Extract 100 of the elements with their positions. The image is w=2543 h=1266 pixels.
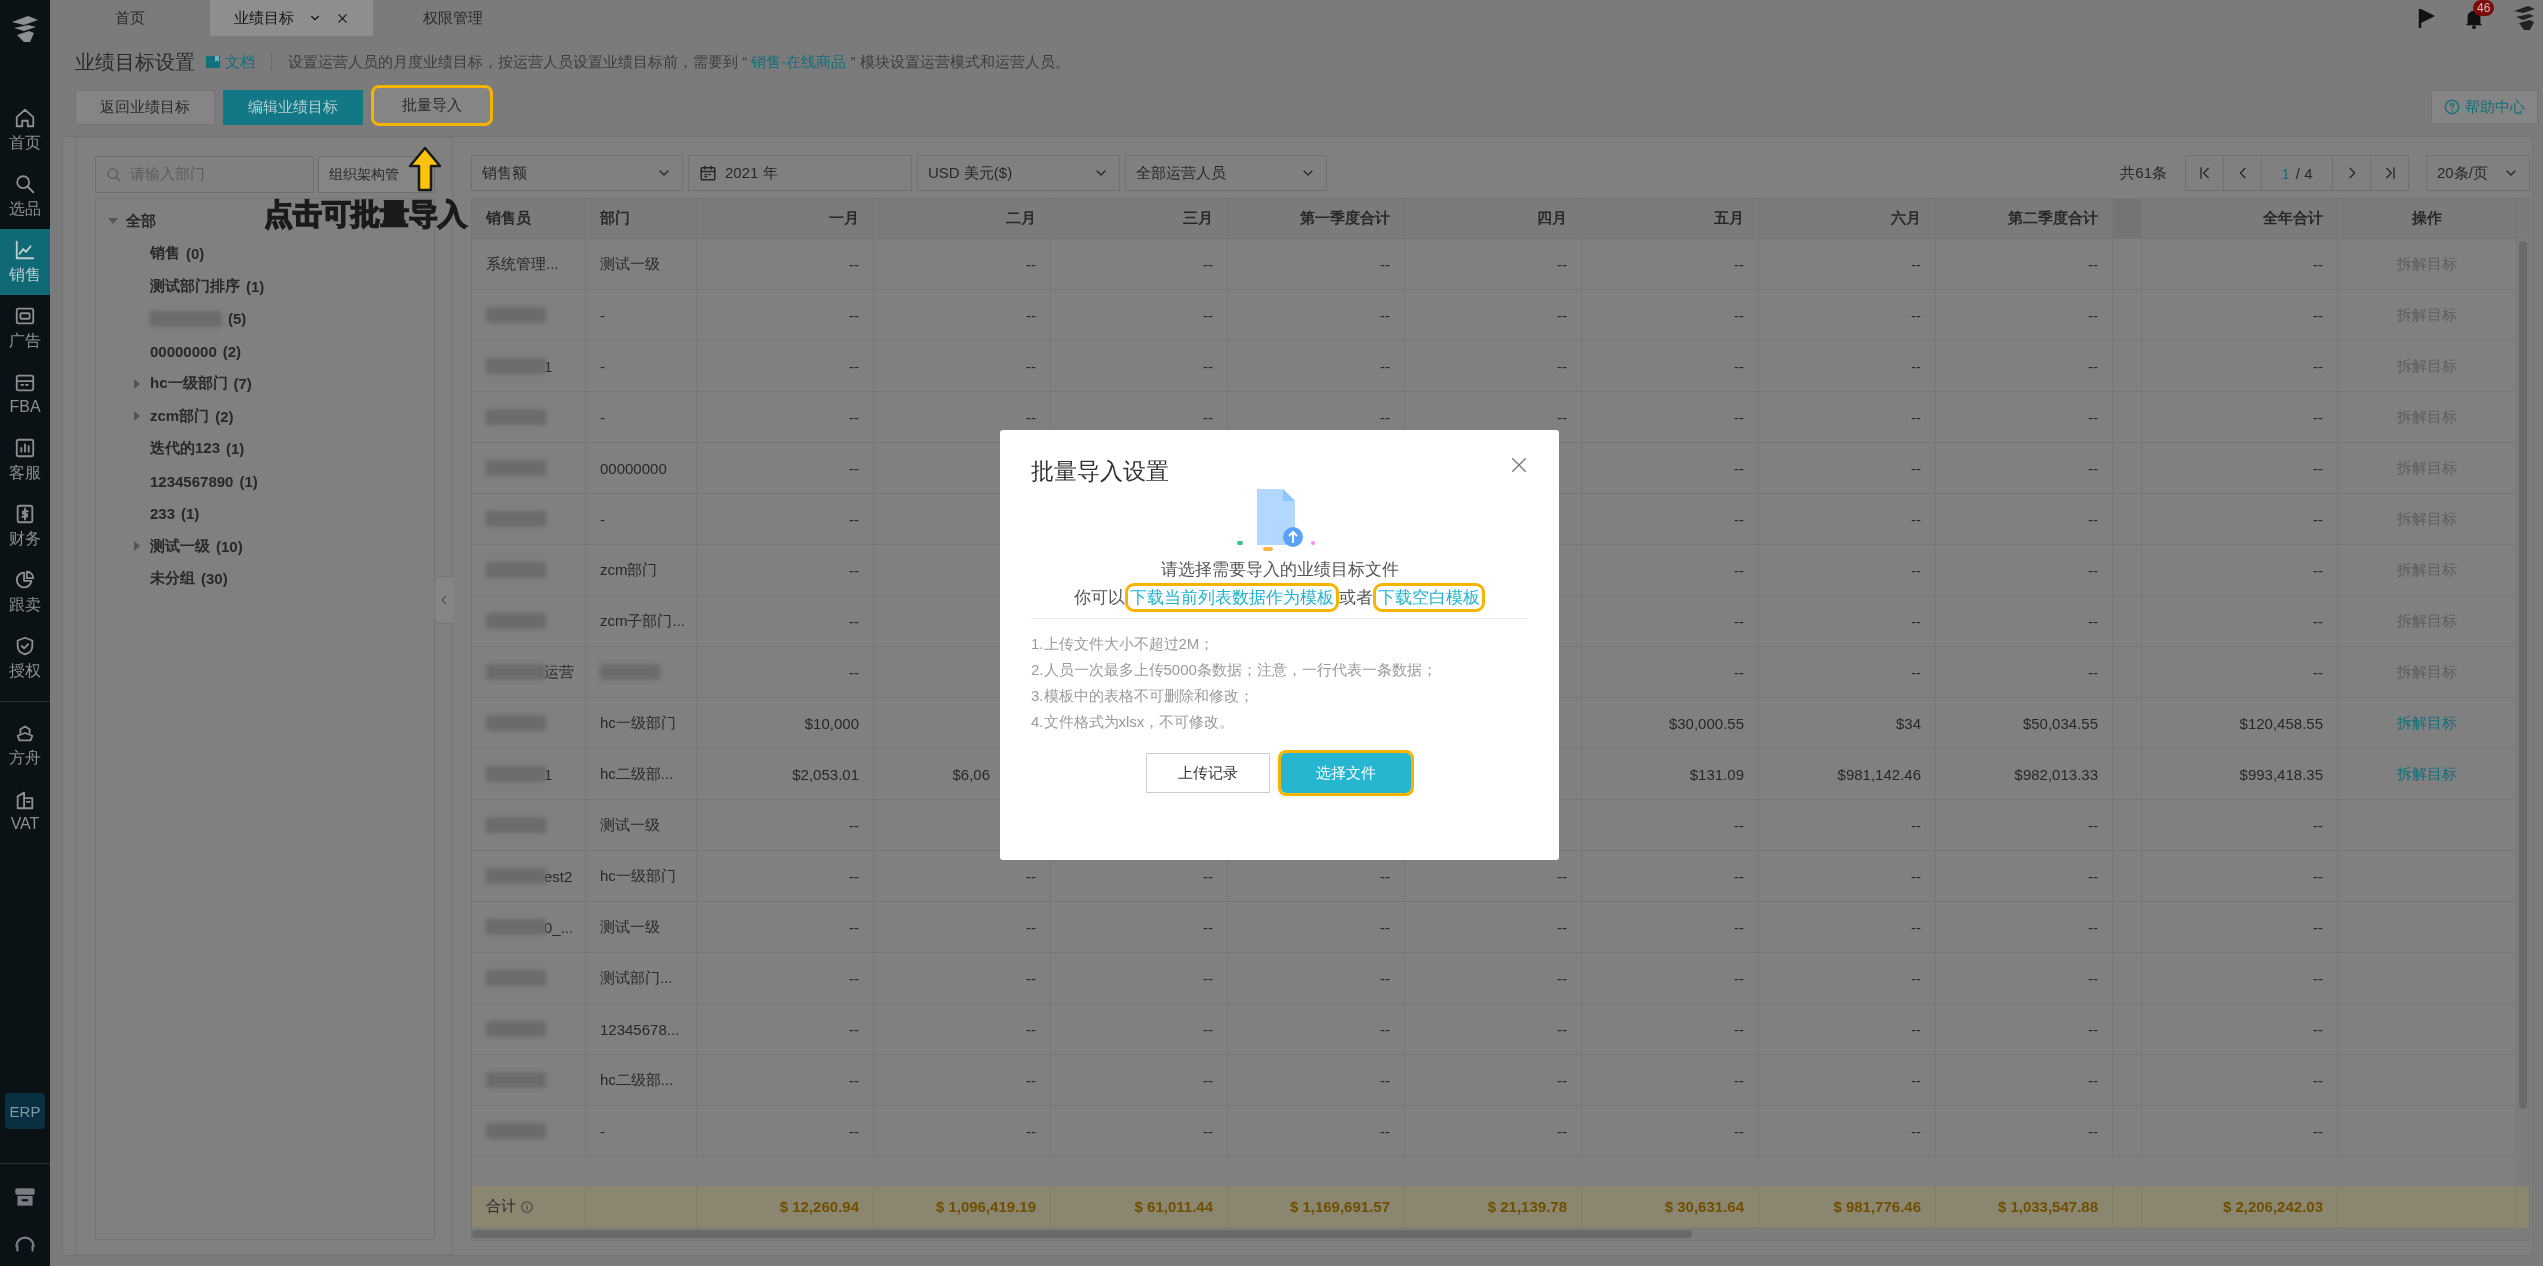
erp-button[interactable]: ERP xyxy=(5,1093,45,1129)
table-cell: -- xyxy=(1936,1055,2113,1106)
tree-item[interactable]: 233 (1) xyxy=(96,497,200,530)
tab[interactable]: 首页 xyxy=(50,0,210,36)
nav-item[interactable]: 跟卖 xyxy=(0,559,50,625)
table-cell: -- xyxy=(1936,596,2113,647)
table-cell: -- xyxy=(1936,647,2113,698)
action-button[interactable]: 编辑业绩目标 xyxy=(223,89,363,125)
tree-item[interactable]: zcm部门 (2) xyxy=(96,400,234,433)
metric-select[interactable]: 销售额 xyxy=(471,155,683,191)
calendar-icon xyxy=(699,164,717,182)
callout-text: 点击可批量导入 xyxy=(263,197,467,232)
home-icon xyxy=(14,106,36,129)
callout-arrow xyxy=(408,146,442,192)
table-cell: -- xyxy=(697,392,874,443)
column-header: 全年合计 xyxy=(2134,199,2338,239)
table-cell: $120,458.55 xyxy=(2134,698,2338,749)
dialog-button[interactable]: 选择文件 xyxy=(1277,750,1414,796)
currency-select[interactable]: USD 美元($) xyxy=(917,155,1120,191)
table-cell: -- xyxy=(697,1004,874,1055)
table-cell: -- xyxy=(697,443,874,494)
download-template-link[interactable]: 下载空白模板 xyxy=(1373,583,1485,612)
tree-item[interactable]: 销售 (0) xyxy=(96,237,205,270)
table-cell: hc一级部门 xyxy=(586,851,697,902)
first-page-button[interactable] xyxy=(2185,155,2224,191)
nav-item[interactable]: 财务 xyxy=(0,493,50,559)
flag-icon[interactable] xyxy=(2417,7,2437,29)
close-icon[interactable] xyxy=(1510,456,1528,474)
box-icon xyxy=(14,372,36,394)
table-cell: -- xyxy=(1405,953,1582,1004)
template-download-hint: 你可以 下载当前列表数据作为模板 或者 下载空白模板 xyxy=(1031,583,1528,612)
tree-item[interactable]: 测试部门排序 (1) xyxy=(96,270,265,303)
info-icon xyxy=(520,1199,534,1214)
table-cell: -- xyxy=(1759,1055,1936,1106)
table-cell: -- xyxy=(1051,290,1228,341)
table-cell: -- xyxy=(1405,341,1582,392)
tree-item[interactable]: 迭代的123 (1) xyxy=(96,432,245,465)
staff-select[interactable]: 全部运营人员 xyxy=(1125,155,1327,191)
column-header: 部门 xyxy=(586,199,697,239)
tree-item[interactable]: hc一级部门 (7) xyxy=(96,367,252,400)
table-cell: -- xyxy=(1936,494,2113,545)
table-cell: -- xyxy=(2134,494,2338,545)
nav-item[interactable]: 选品 xyxy=(0,163,50,229)
table-cell: -- xyxy=(1759,239,1936,290)
table-cell: $982,013.33 xyxy=(1936,749,2113,800)
close-icon[interactable] xyxy=(336,11,349,25)
building-icon xyxy=(14,789,36,811)
table-cell: -- xyxy=(1582,494,1759,545)
tree-item[interactable]: 未分组 (30) xyxy=(96,562,228,595)
nav-item[interactable]: 广告 xyxy=(0,295,50,361)
table-cell: -- xyxy=(1582,800,1759,851)
tab[interactable]: 权限管理 xyxy=(373,0,533,36)
year-picker[interactable]: 2021 年 xyxy=(688,155,912,191)
table-cell: - xyxy=(586,1106,697,1157)
nav-item[interactable]: 客服 xyxy=(0,427,50,493)
column-header: 五月 xyxy=(1582,199,1759,239)
dialog-button[interactable]: 上传记录 xyxy=(1145,753,1270,793)
table-cell: -- xyxy=(1759,800,1936,851)
page-size-select[interactable]: 20条/页 xyxy=(2426,155,2530,191)
table-cell: -- xyxy=(2134,341,2338,392)
last-page-button[interactable] xyxy=(2370,155,2409,191)
tree-item[interactable]: 1234567890 (1) xyxy=(96,465,258,498)
table-cell: 1 xyxy=(544,765,553,783)
table-cell: -- xyxy=(697,1055,874,1106)
table-cell: -- xyxy=(1228,239,1405,290)
table-cell: -- xyxy=(1051,953,1228,1004)
table-cell: $993,418.35 xyxy=(2134,749,2338,800)
download-template-link[interactable]: 下载当前列表数据作为模板 xyxy=(1125,583,1339,612)
table-cell: -- xyxy=(697,953,874,1004)
column-header: 三月 xyxy=(1051,199,1228,239)
tab[interactable]: 业绩目标 xyxy=(210,0,373,36)
table-cell: -- xyxy=(697,1106,874,1157)
collapse-handle[interactable] xyxy=(434,576,453,624)
search-icon xyxy=(14,172,36,195)
nav-item[interactable]: VAT xyxy=(0,778,50,844)
action-button[interactable]: 返回业绩目标 xyxy=(75,89,215,125)
table-cell: -- xyxy=(1936,1106,2113,1157)
tree-item[interactable]: 全部 xyxy=(96,205,156,238)
line-chart-icon xyxy=(14,238,36,261)
nav-item[interactable]: 首页 xyxy=(0,97,50,163)
nav-item[interactable]: 方舟 xyxy=(0,712,50,778)
table-cell: 测试一级 xyxy=(586,902,697,953)
table-cell: -- xyxy=(874,1004,1051,1055)
action-button[interactable]: 批量导入 xyxy=(371,85,493,126)
table-cell: -- xyxy=(1759,392,1936,443)
table-cell: -- xyxy=(2134,953,2338,1004)
table-cell: -- xyxy=(1936,902,2113,953)
nav-item[interactable]: 销售 xyxy=(0,229,50,295)
note-text: 1.上传文件大小不超过2M； xyxy=(1031,634,1216,654)
tree-item[interactable]: 测试一级 (10) xyxy=(96,530,243,563)
table-cell: -- xyxy=(874,902,1051,953)
table-cell: -- xyxy=(1582,1106,1759,1157)
tree-item[interactable]: (5) xyxy=(96,302,247,335)
table-cell: -- xyxy=(2134,1004,2338,1055)
nav-item[interactable]: FBA xyxy=(0,361,50,427)
table-cell: -- xyxy=(874,1106,1051,1157)
table-cell: -- xyxy=(1759,851,1936,902)
nav-item[interactable]: 授权 xyxy=(0,625,50,691)
tree-item[interactable]: 00000000 (2) xyxy=(96,335,242,368)
help-icon xyxy=(2444,99,2460,115)
